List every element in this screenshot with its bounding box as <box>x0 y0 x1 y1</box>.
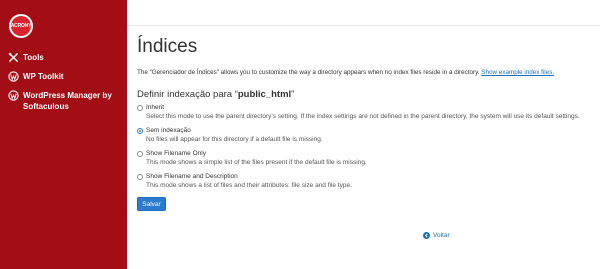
sidebar-item-wordpress-manager[interactable]: WordPress Manager by Softaculous <box>8 90 120 112</box>
page-description: The “Gerenciador de Índices” allows you … <box>137 69 597 76</box>
option-inherit: Inherit Select this mode to use the pare… <box>137 104 580 120</box>
save-button[interactable]: Salvar <box>137 197 166 211</box>
option-show-filename-description: Show Filename and Description This mode … <box>137 173 352 189</box>
option-label[interactable]: Inherit <box>146 104 164 111</box>
option-sem-indexacao: Sem indexação No files will appear for t… <box>137 127 323 143</box>
radio-inherit[interactable] <box>137 104 143 111</box>
sidebar-item-tools[interactable]: Tools <box>8 52 44 63</box>
brand-logo-text: ACRONY <box>11 16 31 36</box>
sidebar-item-label: WP Toolkit <box>23 72 64 81</box>
description-text: The “Gerenciador de Índices” allows you … <box>137 69 480 76</box>
option-label[interactable]: Show Filename and Description <box>146 173 238 180</box>
page-title: Índices <box>137 36 198 57</box>
option-help: Select this mode to use the parent direc… <box>146 113 580 120</box>
radio-show-filename-only[interactable] <box>137 150 143 157</box>
back-label: Voltar <box>433 232 450 239</box>
show-example-link[interactable]: Show example index files. <box>481 69 554 76</box>
top-bar <box>127 0 600 26</box>
sidebar-item-label: Tools <box>23 53 44 62</box>
sidebar: ACRONY Tools WP Toolkit WordPress Manage… <box>0 0 127 269</box>
brand-logo[interactable]: ACRONY <box>9 14 33 38</box>
sidebar-item-label: WordPress Manager by Softaculous <box>23 91 112 111</box>
directory-name: public_html <box>237 89 292 100</box>
tools-icon <box>8 52 18 62</box>
option-label[interactable]: Sem indexação <box>146 127 191 134</box>
option-help: This mode shows a simple list of the fil… <box>146 159 367 166</box>
radio-show-filename-description[interactable] <box>137 173 143 180</box>
option-show-filename-only: Show Filename Only This mode shows a sim… <box>137 150 367 166</box>
back-arrow-icon <box>423 232 430 239</box>
back-link[interactable]: Voltar <box>423 232 450 239</box>
option-help: No files will appear for this directory … <box>146 136 323 143</box>
wordpress-icon <box>8 71 19 82</box>
option-label[interactable]: Show Filename Only <box>146 150 206 157</box>
section-heading: Definir indexação para “public_html” <box>137 89 295 100</box>
sidebar-item-wp-toolkit[interactable]: WP Toolkit <box>8 71 64 82</box>
radio-sem-indexacao[interactable] <box>137 127 143 134</box>
wordpress-icon <box>8 90 19 101</box>
option-help: This mode shows a list of files and thei… <box>146 182 352 189</box>
